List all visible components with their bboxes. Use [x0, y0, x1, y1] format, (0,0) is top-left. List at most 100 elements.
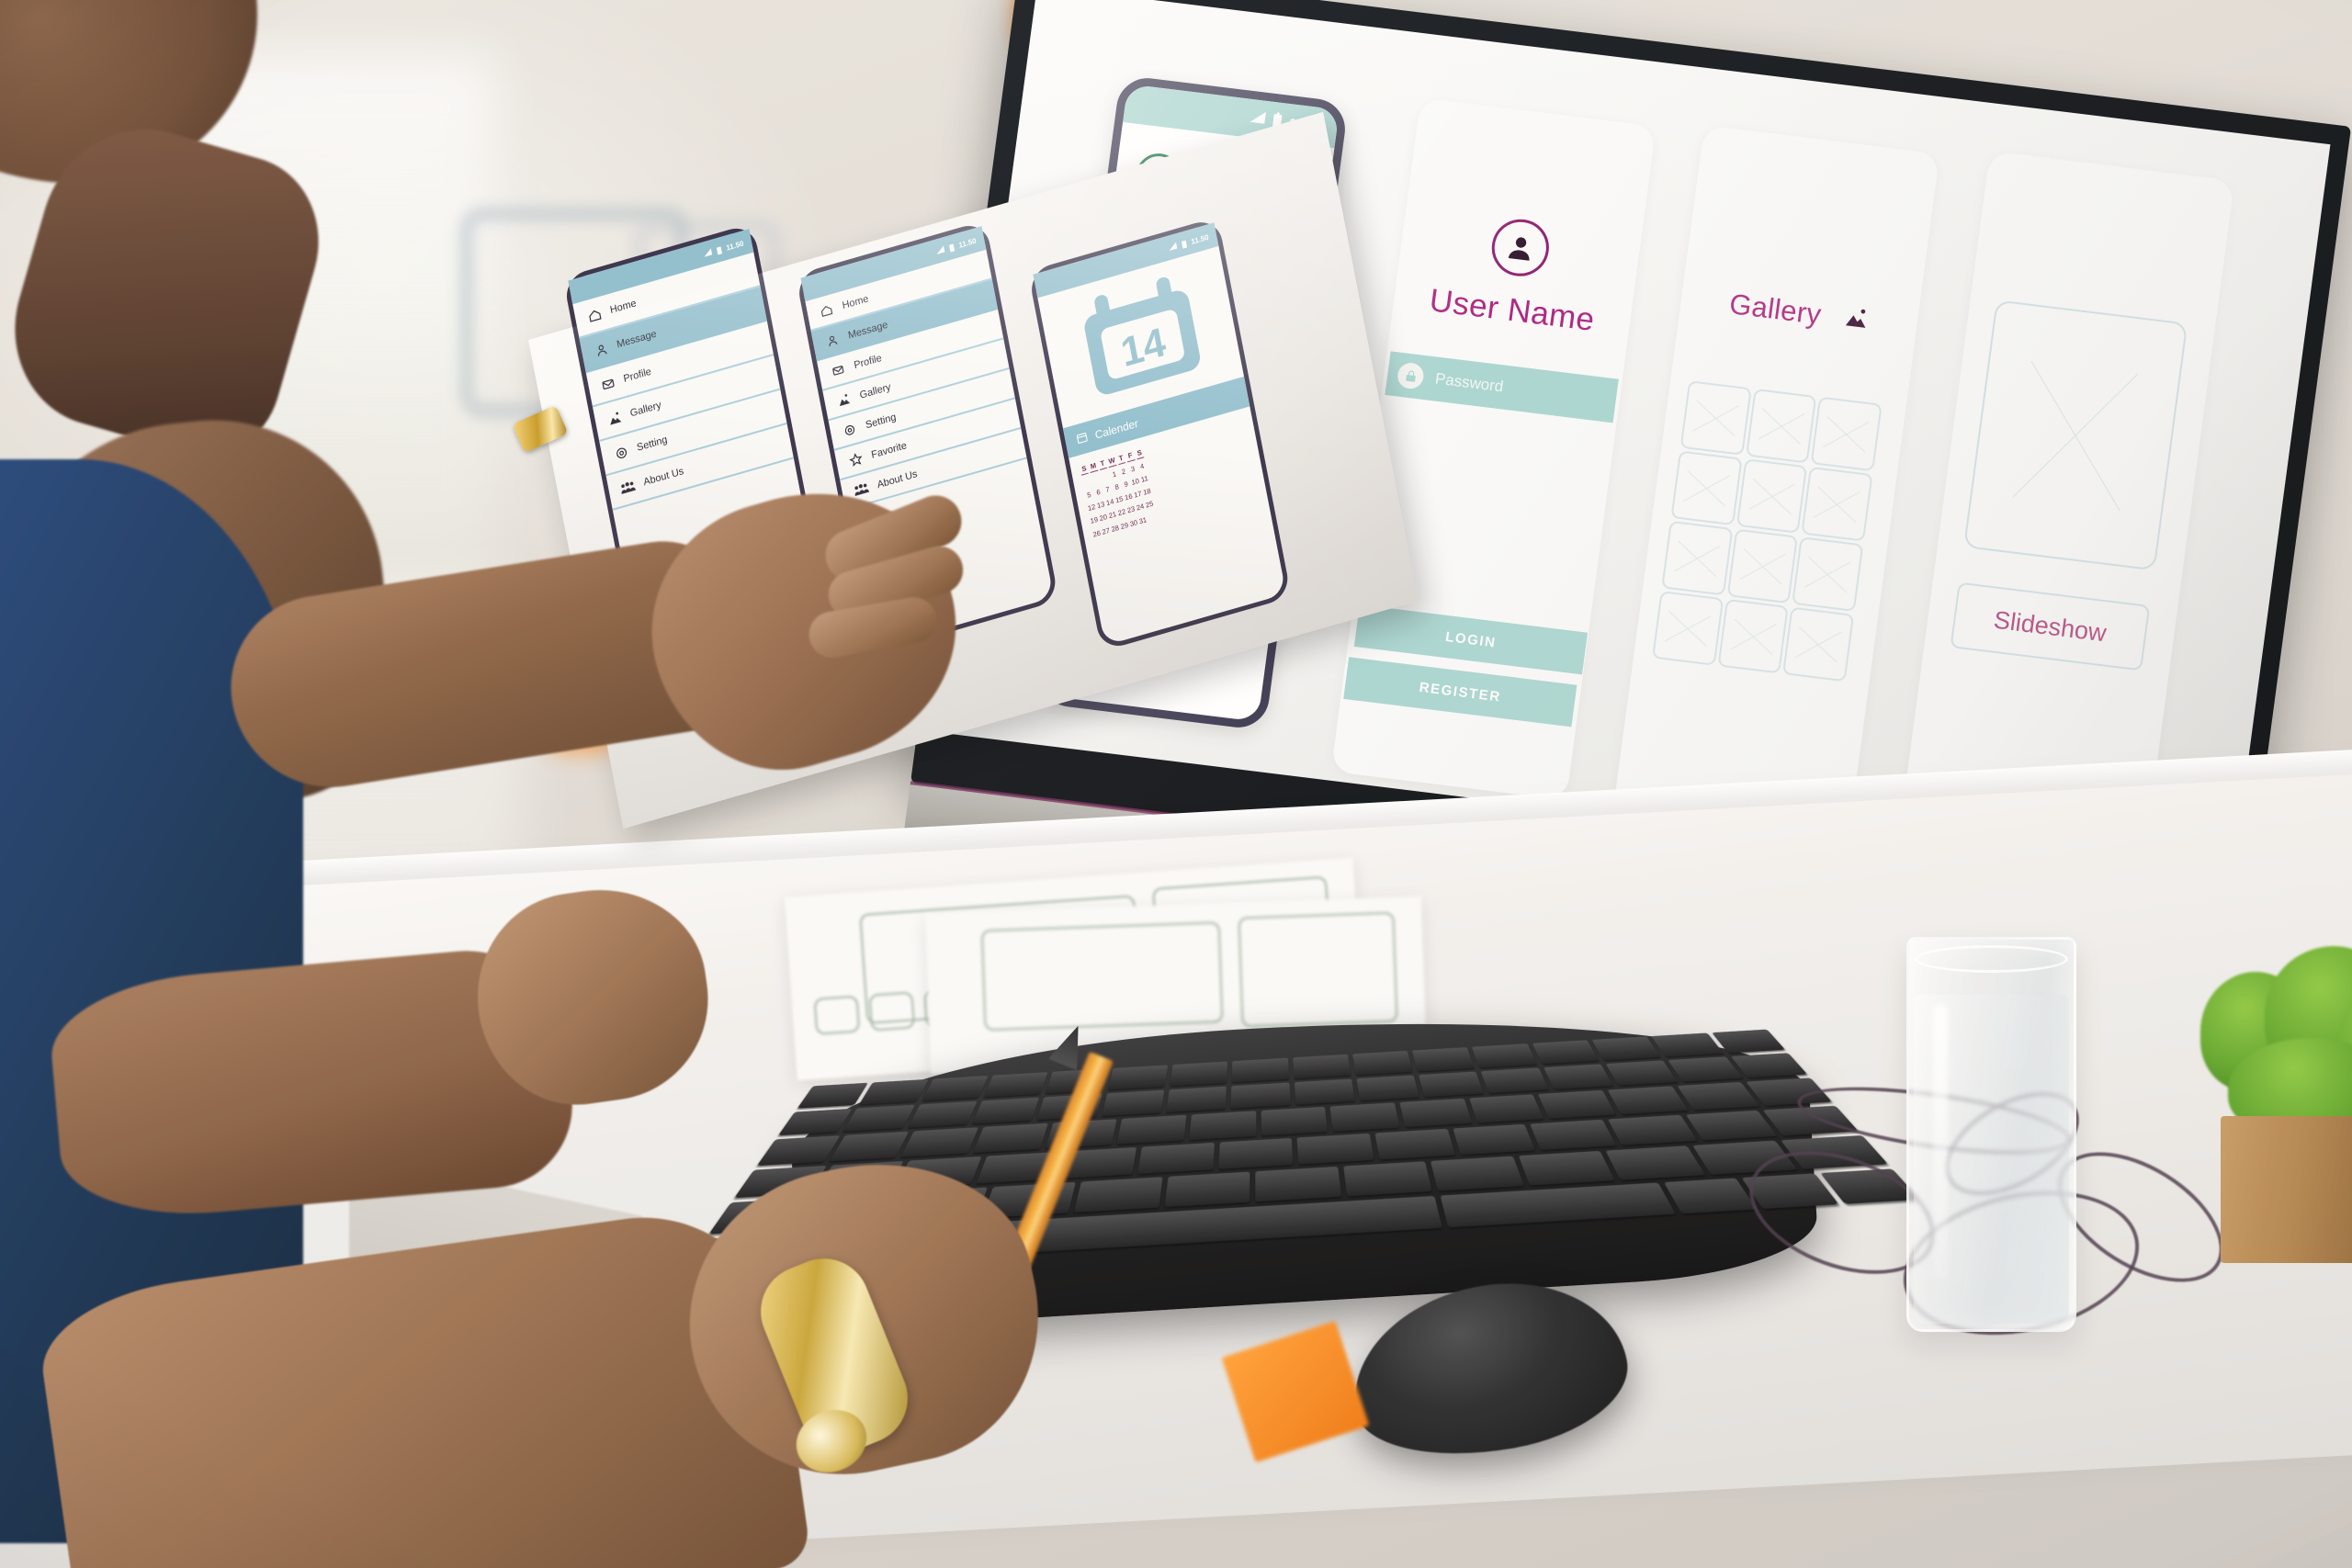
calendar-weekday: S — [1079, 461, 1090, 476]
calendar-day: 16 — [1124, 491, 1134, 502]
glass-highlight — [1933, 1004, 1948, 1280]
glass-rim — [1915, 945, 2068, 973]
water-glass — [1906, 937, 2076, 1332]
calendar-bar-label: Calender — [1093, 416, 1139, 442]
person-designer — [0, 0, 1067, 1568]
person-icon — [824, 331, 841, 349]
gold-ring — [512, 404, 569, 454]
user-circle-icon — [1487, 216, 1553, 280]
calendar-day: 11 — [1140, 473, 1149, 484]
person-icon — [593, 340, 609, 358]
calendar-day: 3 — [1130, 464, 1136, 474]
sketch-menu-label: Setting — [636, 434, 669, 454]
calendar-weekday: W — [1106, 453, 1117, 468]
sketch-status-time: 11.50 — [725, 238, 745, 253]
image-placeholder-x-icon[interactable] — [1726, 528, 1799, 604]
image-placeholder-x-icon[interactable] — [1801, 466, 1873, 542]
calendar-weekday: M — [1088, 458, 1099, 474]
calendar-small-icon — [1075, 430, 1090, 447]
calendar-day: 10 — [1130, 476, 1140, 487]
image-placeholder-x-icon[interactable] — [1670, 450, 1743, 526]
sketch-status-time: 11.50 — [1190, 232, 1210, 246]
calendar-day: 13 — [1096, 500, 1106, 511]
envelope-icon — [599, 375, 616, 393]
calendar-day: 6 — [1095, 487, 1102, 497]
image-placeholder-x-icon[interactable] — [1810, 396, 1883, 472]
sketch-menu-label: Favorite — [870, 439, 908, 461]
sketch-menu-label: Profile — [853, 352, 883, 371]
image-placeholder-x-icon[interactable] — [1745, 388, 1817, 464]
mockup-gallery-screen[interactable]: Gallery — [1611, 125, 1940, 846]
calendar-day: 18 — [1142, 486, 1152, 498]
calendar-weekday: T — [1097, 456, 1108, 471]
sketch-menu-label: Setting — [865, 411, 898, 431]
calendar-day: 12 — [1087, 502, 1097, 513]
plant-pot — [2221, 1116, 2352, 1263]
sketch-menu-label: Message — [847, 319, 889, 342]
calendar-day — [1091, 473, 1101, 486]
sketch-menu-label: About Us — [642, 466, 685, 489]
home-icon — [818, 301, 834, 320]
calendar-weekday: F — [1125, 448, 1136, 463]
gallery-grid — [1651, 380, 1883, 682]
gear-icon — [842, 421, 858, 439]
office-scene-photo: 11.50 My Group — [0, 0, 2352, 1568]
calendar-day: 15 — [1114, 494, 1125, 505]
sketch-menu-label: Home — [841, 292, 870, 311]
calendar-day: 23 — [1126, 504, 1136, 515]
calendar-day: 9 — [1123, 479, 1129, 490]
calendar-day: 7 — [1104, 484, 1111, 494]
calendar-day: 26 — [1091, 528, 1102, 539]
sketch-menu-label: About Us — [876, 468, 919, 491]
image-icon — [835, 390, 852, 409]
slideshow-button[interactable]: Slideshow — [1950, 581, 2151, 671]
gear-icon — [613, 444, 629, 462]
sketch-menu-label: Profile — [622, 366, 652, 385]
calendar-day: 19 — [1089, 515, 1099, 526]
image-placeholder-x-icon — [1962, 299, 2188, 571]
gallery-header: Gallery — [1679, 282, 1919, 344]
calendar-icon: 14 — [1073, 268, 1208, 407]
image-icon — [606, 409, 623, 427]
gallery-title: Gallery — [1727, 288, 1824, 331]
sketch-menu-label: Gallery — [858, 380, 892, 401]
sketch-phone-calendar: 11.50 14 Calender S M T W T F S 1 2 3 4 … — [1027, 216, 1292, 652]
sketch-menu-label: Message — [616, 328, 658, 351]
people-icon — [619, 478, 636, 496]
star-icon — [847, 450, 864, 468]
image-placeholder-x-icon[interactable] — [1679, 380, 1752, 456]
calendar-day: 4 — [1139, 461, 1145, 471]
calendar-day: 1 — [1112, 469, 1117, 479]
calendar-day: 2 — [1121, 467, 1126, 477]
sketch-menu-label: Gallery — [628, 399, 662, 420]
calendar-day: 17 — [1133, 489, 1143, 500]
potted-plant — [2200, 946, 2352, 1263]
calendar-weekday: T — [1115, 451, 1126, 466]
calendar-day: 20 — [1099, 513, 1108, 524]
calendar-day: 30 — [1128, 517, 1138, 528]
image-placeholder-x-icon[interactable] — [1736, 458, 1808, 534]
calendar-day: 29 — [1119, 520, 1129, 531]
calendar-day — [1101, 470, 1110, 483]
login-title: User Name — [1427, 282, 1597, 338]
password-placeholder: Password — [1433, 369, 1505, 396]
calendar-day: 5 — [1086, 490, 1092, 500]
calendar-day: 24 — [1136, 502, 1146, 513]
image-placeholder-x-icon[interactable] — [1661, 520, 1734, 596]
calendar-day: 31 — [1137, 514, 1148, 525]
people-icon — [853, 480, 870, 499]
calendar-day: 25 — [1145, 499, 1155, 511]
image-placeholder-x-icon[interactable] — [1717, 598, 1790, 674]
signal-bars-icon — [1250, 110, 1267, 129]
lock-icon — [1396, 361, 1426, 390]
calendar-day: 14 — [1105, 497, 1115, 508]
calendar-weekday: S — [1134, 446, 1145, 460]
home-icon — [586, 306, 603, 324]
calendar-day: 28 — [1110, 523, 1120, 534]
password-field[interactable]: Password — [1385, 351, 1619, 423]
envelope-icon — [830, 361, 846, 379]
image-placeholder-x-icon[interactable] — [1651, 591, 1724, 666]
calendar-day — [1148, 511, 1157, 524]
image-placeholder-x-icon[interactable] — [1792, 536, 1864, 612]
image-placeholder-x-icon[interactable] — [1782, 606, 1855, 682]
